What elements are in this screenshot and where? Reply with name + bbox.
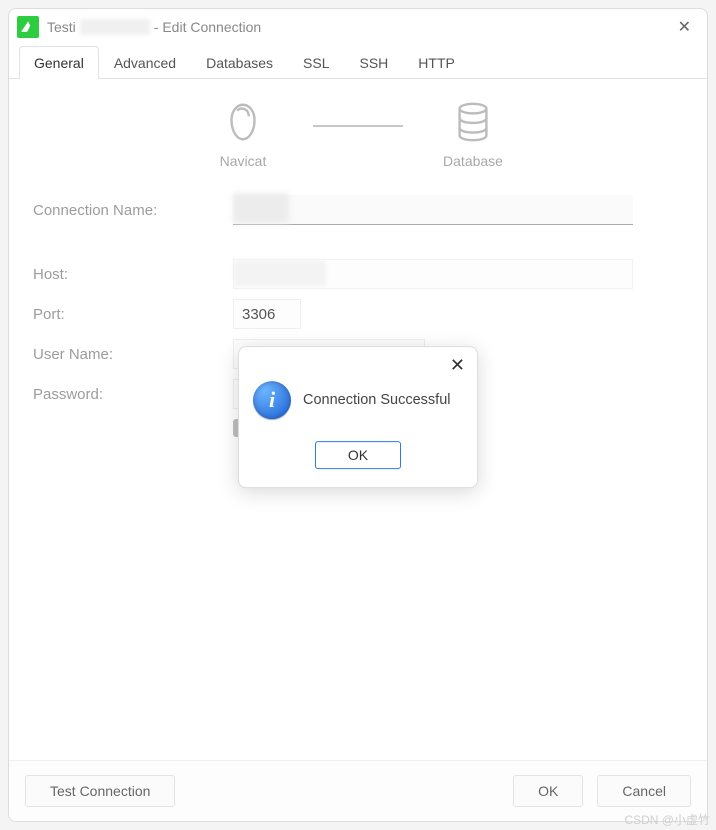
connection-result-dialog: ✕ i Connection Successful OK bbox=[238, 346, 478, 488]
host-label: Host: bbox=[33, 266, 233, 283]
database-icon bbox=[450, 99, 496, 145]
tab-general[interactable]: General bbox=[19, 46, 99, 79]
password-label: Password: bbox=[33, 386, 233, 403]
database-label: Database bbox=[443, 153, 503, 169]
dialog-message: Connection Successful bbox=[303, 392, 451, 408]
window-title-suffix: - Edit Connection bbox=[154, 19, 261, 35]
edit-connection-window: Testi - Edit Connection ✕ General Advanc… bbox=[8, 8, 708, 822]
tab-body-general: Navicat Database Connection Name: Host: bbox=[9, 79, 707, 760]
connection-graphic: Navicat Database bbox=[33, 99, 683, 169]
app-icon bbox=[17, 16, 39, 38]
connection-line bbox=[313, 125, 403, 127]
port-input[interactable] bbox=[233, 299, 301, 329]
user-label: User Name: bbox=[33, 346, 233, 363]
dialog-close-icon[interactable]: ✕ bbox=[450, 355, 465, 376]
navicat-icon bbox=[220, 99, 266, 145]
watermark: CSDN @小虚竹 bbox=[624, 811, 710, 828]
close-icon[interactable]: ✕ bbox=[674, 15, 695, 39]
connection-name-input[interactable] bbox=[233, 195, 633, 225]
info-icon: i bbox=[253, 381, 291, 419]
tab-bar: General Advanced Databases SSL SSH HTTP bbox=[9, 45, 707, 79]
tab-advanced[interactable]: Advanced bbox=[99, 46, 191, 79]
connection-name-label: Connection Name: bbox=[33, 202, 233, 219]
host-input[interactable] bbox=[233, 259, 633, 289]
port-label: Port: bbox=[33, 306, 233, 323]
titlebar: Testi - Edit Connection ✕ bbox=[9, 9, 707, 45]
ok-button[interactable]: OK bbox=[513, 775, 583, 807]
tab-ssl[interactable]: SSL bbox=[288, 46, 344, 79]
tab-databases[interactable]: Databases bbox=[191, 46, 288, 79]
test-connection-button[interactable]: Test Connection bbox=[25, 775, 175, 807]
navicat-label: Navicat bbox=[220, 153, 267, 169]
title-obscured bbox=[80, 19, 150, 35]
window-title-prefix: Testi bbox=[47, 19, 76, 35]
tab-http[interactable]: HTTP bbox=[403, 46, 470, 79]
dialog-ok-button[interactable]: OK bbox=[315, 441, 401, 469]
cancel-button[interactable]: Cancel bbox=[597, 775, 691, 807]
dialog-footer: Test Connection OK Cancel bbox=[9, 760, 707, 821]
tab-ssh[interactable]: SSH bbox=[345, 46, 404, 79]
